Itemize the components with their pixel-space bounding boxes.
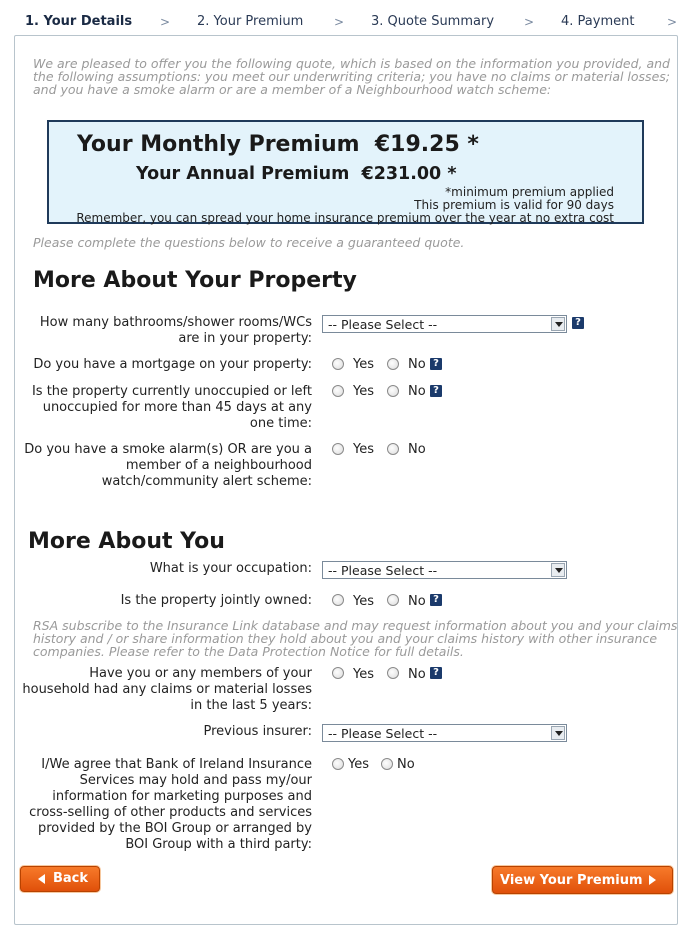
monthly-premium: Your Monthly Premium €19.25 *	[77, 132, 479, 157]
step-payment: 4. Payment	[561, 14, 635, 29]
annual-premium: Your Annual Premium €231.00 *	[136, 164, 456, 184]
help-icon[interactable]: ?	[430, 358, 442, 370]
step-quote-summary: 3. Quote Summary	[371, 14, 495, 29]
marketing-consent-label: I/We agree that Bank of Ireland Insuranc…	[29, 757, 312, 852]
occupation-label: What is your occupation:	[149, 561, 312, 576]
consent-no-label: No	[397, 757, 415, 772]
insurance-link-notice: RSA subscribe to the Insurance Link data…	[33, 618, 678, 659]
step-separator: >	[524, 15, 535, 29]
joint-yes-radio[interactable]	[332, 594, 344, 606]
chevron-down-icon[interactable]	[551, 317, 565, 331]
occupation-select-value: -- Please Select --	[328, 563, 438, 578]
quote-intro-text: We are pleased to offer you the followin…	[33, 56, 670, 97]
step-your-details: 1. Your Details	[25, 14, 133, 29]
mortgage-label: Do you have a mortgage on your property:	[33, 357, 312, 372]
monthly-premium-label: Your Monthly Premium	[77, 132, 360, 157]
previous-insurer-label: Previous insurer:	[203, 724, 313, 739]
bathrooms-label: How many bathrooms/shower rooms/WCs are …	[39, 315, 312, 346]
claims-label: Have you or any members of your househol…	[22, 666, 312, 713]
unoccupied-no-radio[interactable]	[387, 385, 399, 397]
claims-yes-radio[interactable]	[332, 667, 344, 679]
mortgage-no-radio[interactable]	[387, 358, 399, 370]
claims-no-radio[interactable]	[387, 667, 399, 679]
help-icon[interactable]: ?	[572, 317, 584, 329]
consent-yes-radio[interactable]	[332, 758, 344, 770]
help-icon[interactable]: ?	[430, 667, 442, 679]
joint-yes-label: Yes	[353, 594, 374, 609]
about-you-heading: More About You	[28, 529, 225, 554]
consent-yes-label: Yes	[348, 757, 369, 772]
progress-steps: 1. Your Details > 2. Your Premium > 3. Q…	[0, 0, 690, 34]
view-premium-button[interactable]: View Your Premium	[492, 866, 673, 894]
arrow-left-icon	[38, 874, 45, 884]
validity-note: This premium is valid for 90 days	[414, 198, 614, 212]
mortgage-no-label: No	[408, 357, 426, 372]
consent-no-radio[interactable]	[381, 758, 393, 770]
step-separator: >	[667, 15, 678, 29]
premium-box: Your Monthly Premium €19.25 * Your Annua…	[47, 120, 644, 225]
occupation-select[interactable]: -- Please Select --	[322, 561, 567, 579]
spread-payment-note: Remember, you can spread your home insur…	[76, 211, 614, 225]
back-button-label: Back	[53, 871, 89, 886]
joint-no-label: No	[408, 594, 426, 609]
back-button[interactable]: Back	[20, 866, 100, 892]
chevron-down-icon[interactable]	[551, 563, 565, 577]
step-your-premium: 2. Your Premium	[197, 14, 304, 29]
mortgage-yes-radio[interactable]	[332, 358, 344, 370]
jointly-owned-label: Is the property jointly owned:	[120, 593, 312, 608]
view-premium-button-label: View Your Premium	[500, 873, 643, 888]
mortgage-yes-label: Yes	[353, 357, 374, 372]
minimum-premium-note: *minimum premium applied	[445, 185, 614, 199]
smoke-no-radio[interactable]	[387, 443, 399, 455]
bathrooms-select-value: -- Please Select --	[328, 317, 438, 332]
chevron-down-icon[interactable]	[551, 726, 565, 740]
previous-insurer-select-value: -- Please Select --	[328, 726, 438, 741]
arrow-right-icon	[649, 875, 656, 885]
annual-premium-value: €231.00 *	[361, 164, 457, 184]
unoccupied-yes-label: Yes	[353, 384, 374, 399]
smoke-yes-radio[interactable]	[332, 443, 344, 455]
smoke-yes-label: Yes	[353, 442, 374, 457]
smoke-no-label: No	[408, 442, 426, 457]
step-separator: >	[334, 15, 345, 29]
annual-premium-label: Your Annual Premium	[136, 164, 350, 184]
unoccupied-no-label: No	[408, 384, 426, 399]
guaranteed-quote-hint: Please complete the questions below to r…	[33, 235, 465, 250]
monthly-premium-value: €19.25 *	[374, 132, 479, 157]
unoccupied-yes-radio[interactable]	[332, 385, 344, 397]
unoccupied-label: Is the property currently unoccupied or …	[31, 384, 312, 431]
claims-no-label: No	[408, 667, 426, 682]
previous-insurer-select[interactable]: -- Please Select --	[322, 724, 567, 742]
help-icon[interactable]: ?	[430, 594, 442, 606]
step-separator: >	[160, 15, 171, 29]
joint-no-radio[interactable]	[387, 594, 399, 606]
property-heading: More About Your Property	[33, 268, 357, 293]
bathrooms-select[interactable]: -- Please Select --	[322, 315, 567, 333]
claims-yes-label: Yes	[353, 667, 374, 682]
help-icon[interactable]: ?	[430, 385, 442, 397]
smoke-alarm-label: Do you have a smoke alarm(s) OR are you …	[24, 442, 312, 489]
